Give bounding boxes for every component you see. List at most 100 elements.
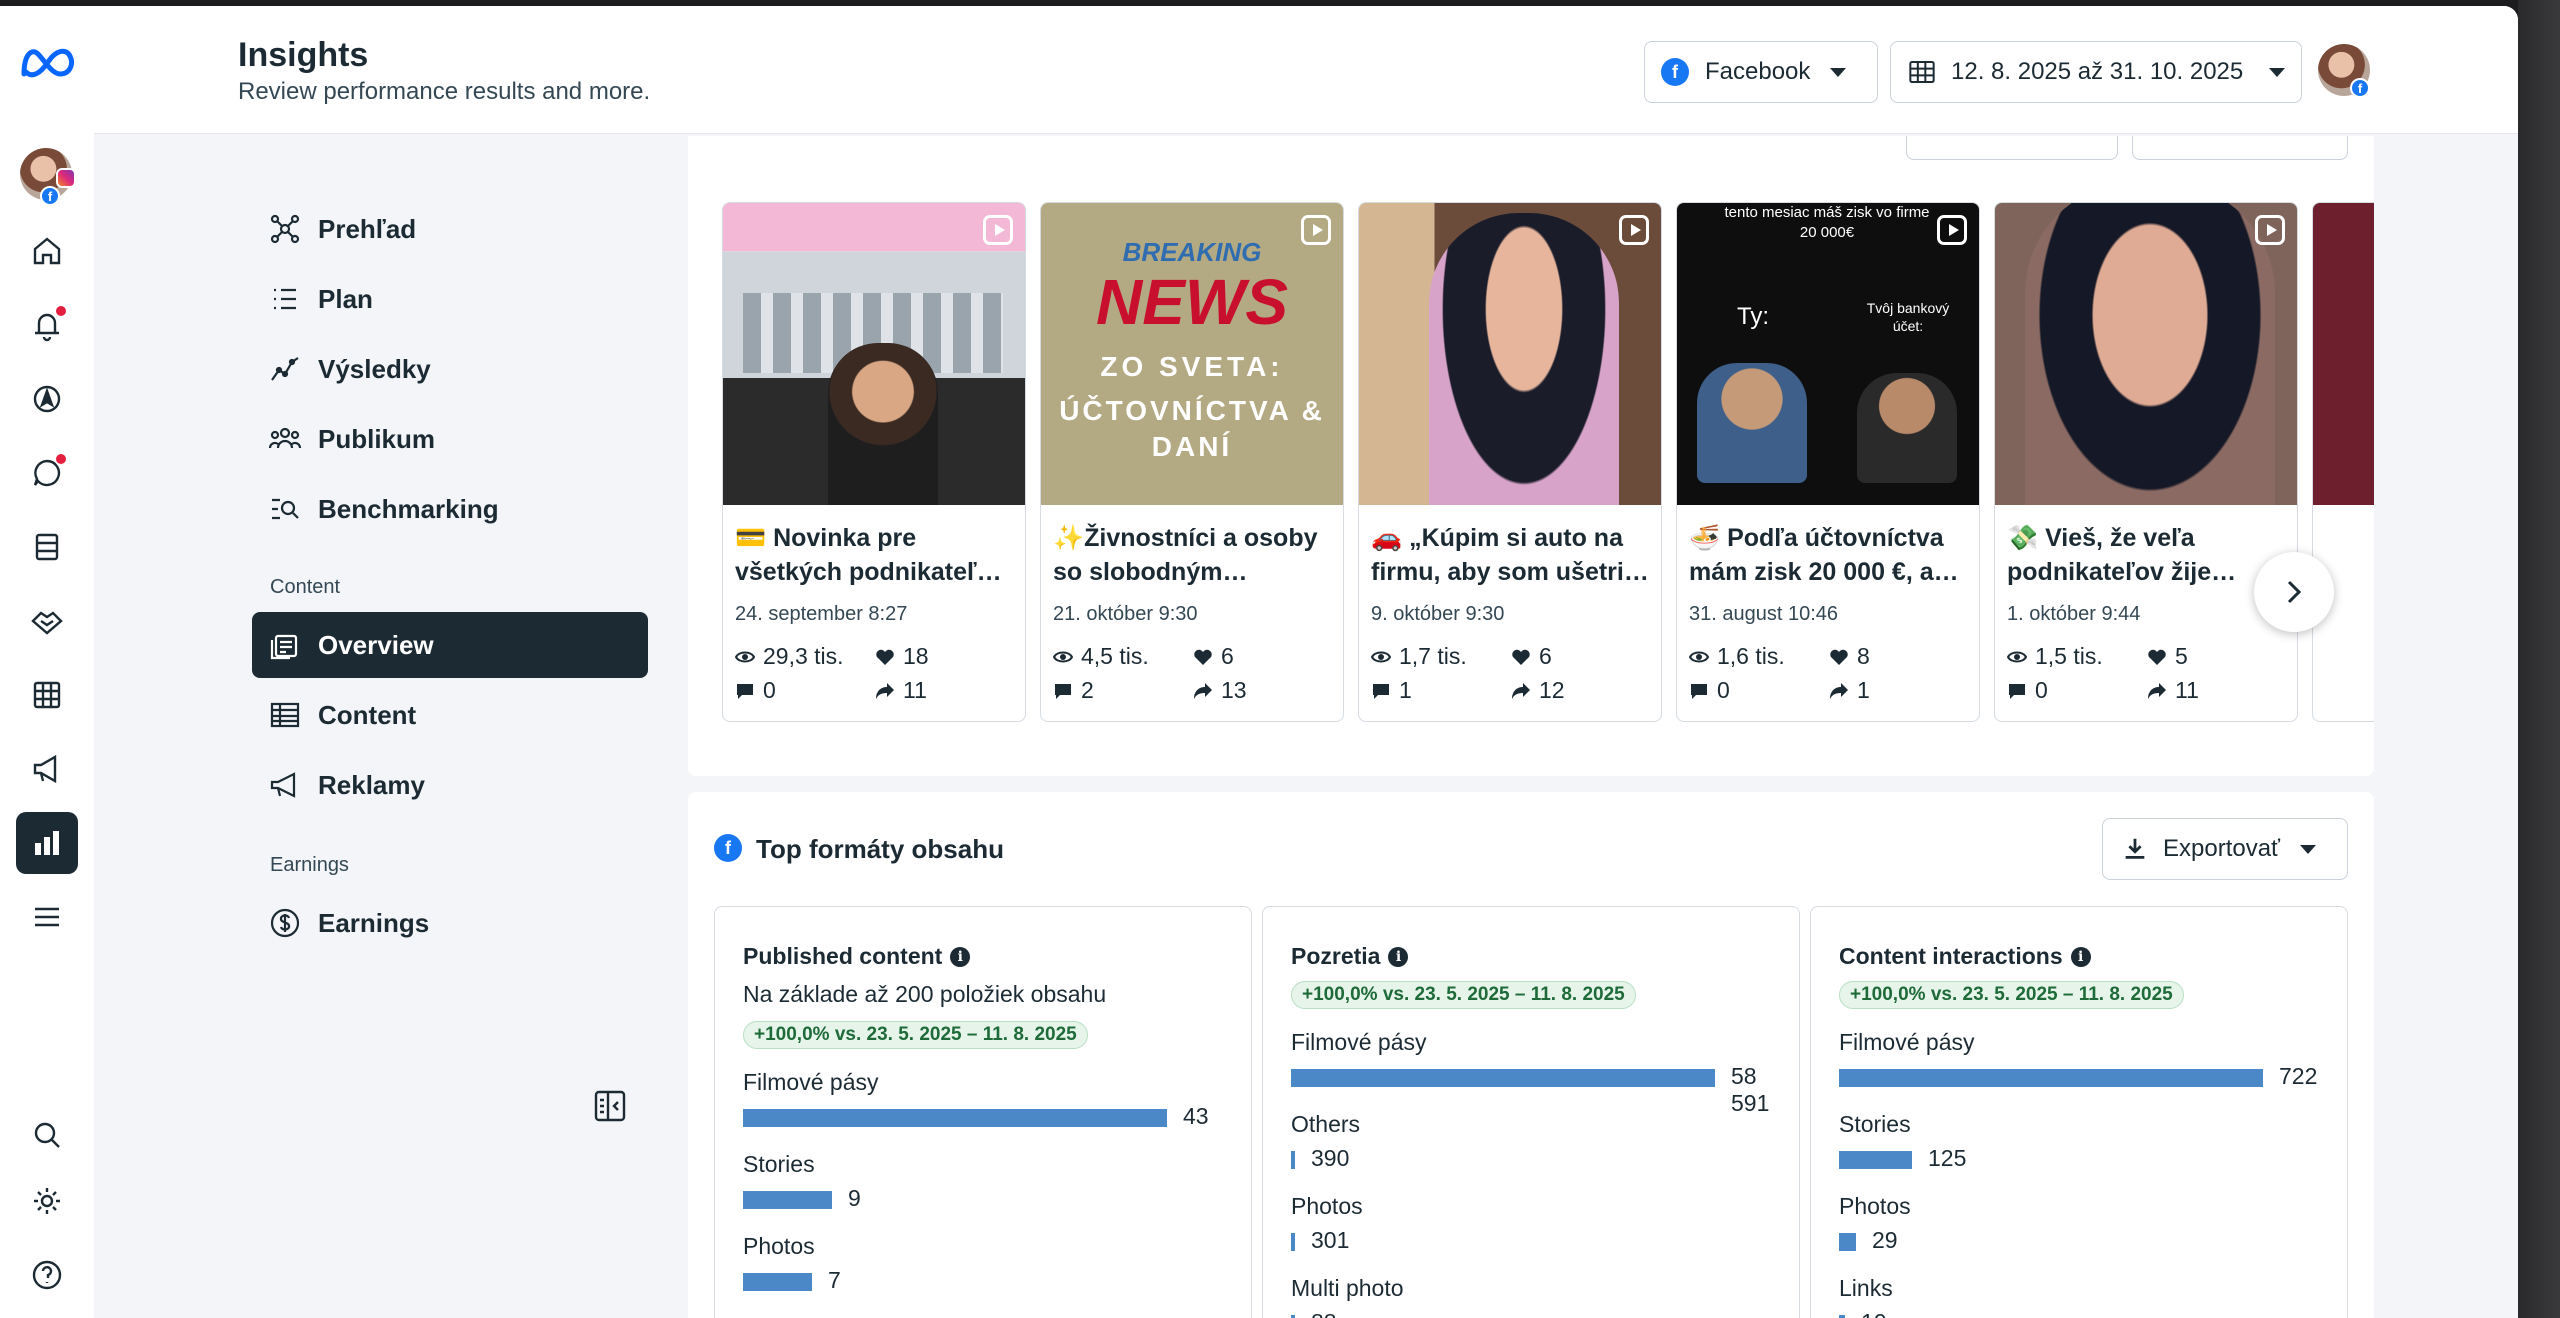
explore-icon[interactable] — [16, 368, 78, 430]
row-label: Multi photo — [1291, 1275, 1404, 1301]
nav-item-content[interactable]: Content — [252, 682, 648, 748]
reel-icon — [1619, 215, 1649, 245]
content-library-icon[interactable] — [16, 516, 78, 578]
meta-logo-icon[interactable] — [18, 44, 78, 80]
views-stat: 29,3 tis. — [735, 643, 844, 670]
insights-chart-icon[interactable] — [16, 812, 78, 874]
instagram-badge-icon — [56, 168, 76, 188]
post-card[interactable]: 💸 Vieš, že veľa podnikateľov žije… 1. ok… — [1994, 202, 2298, 722]
facebook-badge-icon: f — [2350, 78, 2370, 98]
views-stat: 1,5 tis. — [2007, 643, 2103, 670]
nav-item-reklamy[interactable]: Reklamy — [252, 752, 648, 818]
change-badge: +100,0% vs. 23. 5. 2025 – 11. 8. 2025 — [1839, 981, 2184, 1009]
help-icon[interactable] — [16, 1244, 78, 1306]
comments-value: 0 — [2035, 677, 2048, 703]
likes-stat: 8 — [1829, 643, 1870, 670]
menu-icon[interactable] — [16, 886, 78, 948]
post-title: 💸 Vieš, že veľa podnikateľov žije… — [2007, 524, 2237, 586]
share-icon — [1194, 682, 1212, 699]
planner-table-icon[interactable] — [16, 664, 78, 726]
nav-item-overview[interactable]: Overview — [252, 612, 648, 678]
reel-icon — [983, 215, 1013, 245]
post-thumbnail — [2313, 203, 2374, 505]
nav-item-plan[interactable]: Plan — [252, 266, 648, 332]
info-icon[interactable]: i — [1388, 946, 1409, 967]
carousel-next-button[interactable] — [2254, 552, 2334, 632]
views-value: 1,5 tis. — [2035, 643, 2103, 669]
bar — [1839, 1069, 2263, 1087]
shares-stat: 13 — [1193, 677, 1247, 704]
post-card[interactable]: 🚗 „Kúpim si auto na firmu, aby som ušetr… — [1358, 202, 1662, 722]
settings-gear-icon[interactable] — [16, 1170, 78, 1232]
post-date: 21. október 9:30 — [1053, 603, 1198, 625]
nav-item-label: Earnings — [318, 907, 430, 938]
shares-value: 1 — [1857, 677, 1870, 703]
heart-icon — [1194, 649, 1212, 665]
export-button[interactable]: Exportovať — [2102, 818, 2348, 880]
partnerships-icon[interactable] — [16, 590, 78, 652]
post-date: 31. august 10:46 — [1689, 603, 1839, 625]
post-thumbnail — [723, 203, 1025, 505]
comments-stat: 1 — [1371, 677, 1412, 704]
nav-item-earnings[interactable]: Earnings — [252, 890, 648, 956]
icon-rail: f — [0, 6, 94, 1318]
bar — [743, 1191, 832, 1209]
post-card[interactable]: tento mesiac máš zisk vo firme 20 000€ T… — [1676, 202, 1980, 722]
post-card-partial[interactable] — [2312, 202, 2374, 722]
nav-item-prehlad[interactable]: Prehľad — [252, 196, 648, 262]
post-card[interactable]: 💳 Novinka pre všetkých podnikateľ… 24. s… — [722, 202, 1026, 722]
people-icon — [268, 427, 302, 449]
window-right-edge — [2518, 0, 2560, 1318]
views-stat: 1,6 tis. — [1689, 643, 1785, 670]
likes-value: 6 — [1221, 643, 1234, 669]
comments-value: 0 — [1717, 677, 1730, 703]
ads-megaphone-icon[interactable] — [16, 738, 78, 800]
heart-icon — [2148, 649, 2166, 665]
collapse-sidebar-icon[interactable] — [592, 1088, 628, 1124]
inbox-icon[interactable] — [16, 442, 78, 504]
row-label: Stories — [1839, 1111, 1911, 1137]
search-icon[interactable] — [16, 1104, 78, 1166]
heart-icon — [1830, 649, 1848, 665]
home-icon[interactable] — [16, 220, 78, 282]
shares-stat: 1 — [1829, 677, 1870, 704]
top-posts-card: 💳 Novinka pre všetkých podnikateľ… 24. s… — [688, 136, 2374, 776]
comment-icon — [1691, 683, 1707, 699]
nav-item-vysledky[interactable]: Výsledky — [252, 336, 648, 402]
comments-stat: 0 — [735, 677, 776, 704]
bar — [743, 1109, 1167, 1127]
info-icon[interactable]: i — [950, 946, 971, 967]
facebook-badge-icon: f — [40, 186, 60, 206]
info-icon[interactable]: i — [2070, 946, 2091, 967]
platform-select[interactable]: f Facebook — [1644, 41, 1878, 103]
likes-stat: 18 — [875, 643, 929, 670]
thumb-text: NEWS — [1096, 266, 1288, 338]
nav-item-benchmarking[interactable]: Benchmarking — [252, 476, 648, 542]
megaphone-icon — [270, 772, 296, 798]
row-label: Links — [1839, 1275, 1893, 1301]
comment-icon — [1055, 683, 1071, 699]
comments-stat: 0 — [2007, 677, 2048, 704]
notifications-icon[interactable] — [16, 294, 78, 356]
bar-value: 125 — [1928, 1145, 1967, 1171]
nav-item-label: Výsledky — [318, 353, 431, 384]
shares-stat: 11 — [875, 677, 927, 704]
bar-value: 58 591 — [1731, 1063, 1770, 1116]
date-range-select[interactable]: 12. 8. 2025 až 31. 10. 2025 — [1890, 41, 2302, 103]
card-action-button[interactable] — [1906, 136, 2118, 160]
change-badge: +100,0% vs. 23. 5. 2025 – 11. 8. 2025 — [743, 1021, 1088, 1049]
bar — [1839, 1233, 1856, 1251]
post-date: 24. september 8:27 — [735, 603, 908, 625]
bar-value: 10 — [1861, 1309, 1887, 1318]
post-thumbnail: BREAKING NEWS ZO SVETA: ÚČTOVNÍCTVA & DA… — [1041, 203, 1343, 505]
share-icon — [2148, 682, 2166, 699]
card-action-button[interactable] — [2132, 136, 2348, 160]
comments-value: 2 — [1081, 677, 1094, 703]
post-card[interactable]: BREAKING NEWS ZO SVETA: ÚČTOVNÍCTVA & DA… — [1040, 202, 1344, 722]
post-date: 1. október 9:44 — [2007, 603, 2141, 625]
date-range-label: 12. 8. 2025 až 31. 10. 2025 — [1951, 58, 2244, 85]
nav-item-label: Reklamy — [318, 769, 425, 800]
post-thumbnail — [1359, 203, 1661, 505]
heart-icon — [876, 649, 894, 665]
nav-item-publikum[interactable]: Publikum — [252, 406, 648, 472]
